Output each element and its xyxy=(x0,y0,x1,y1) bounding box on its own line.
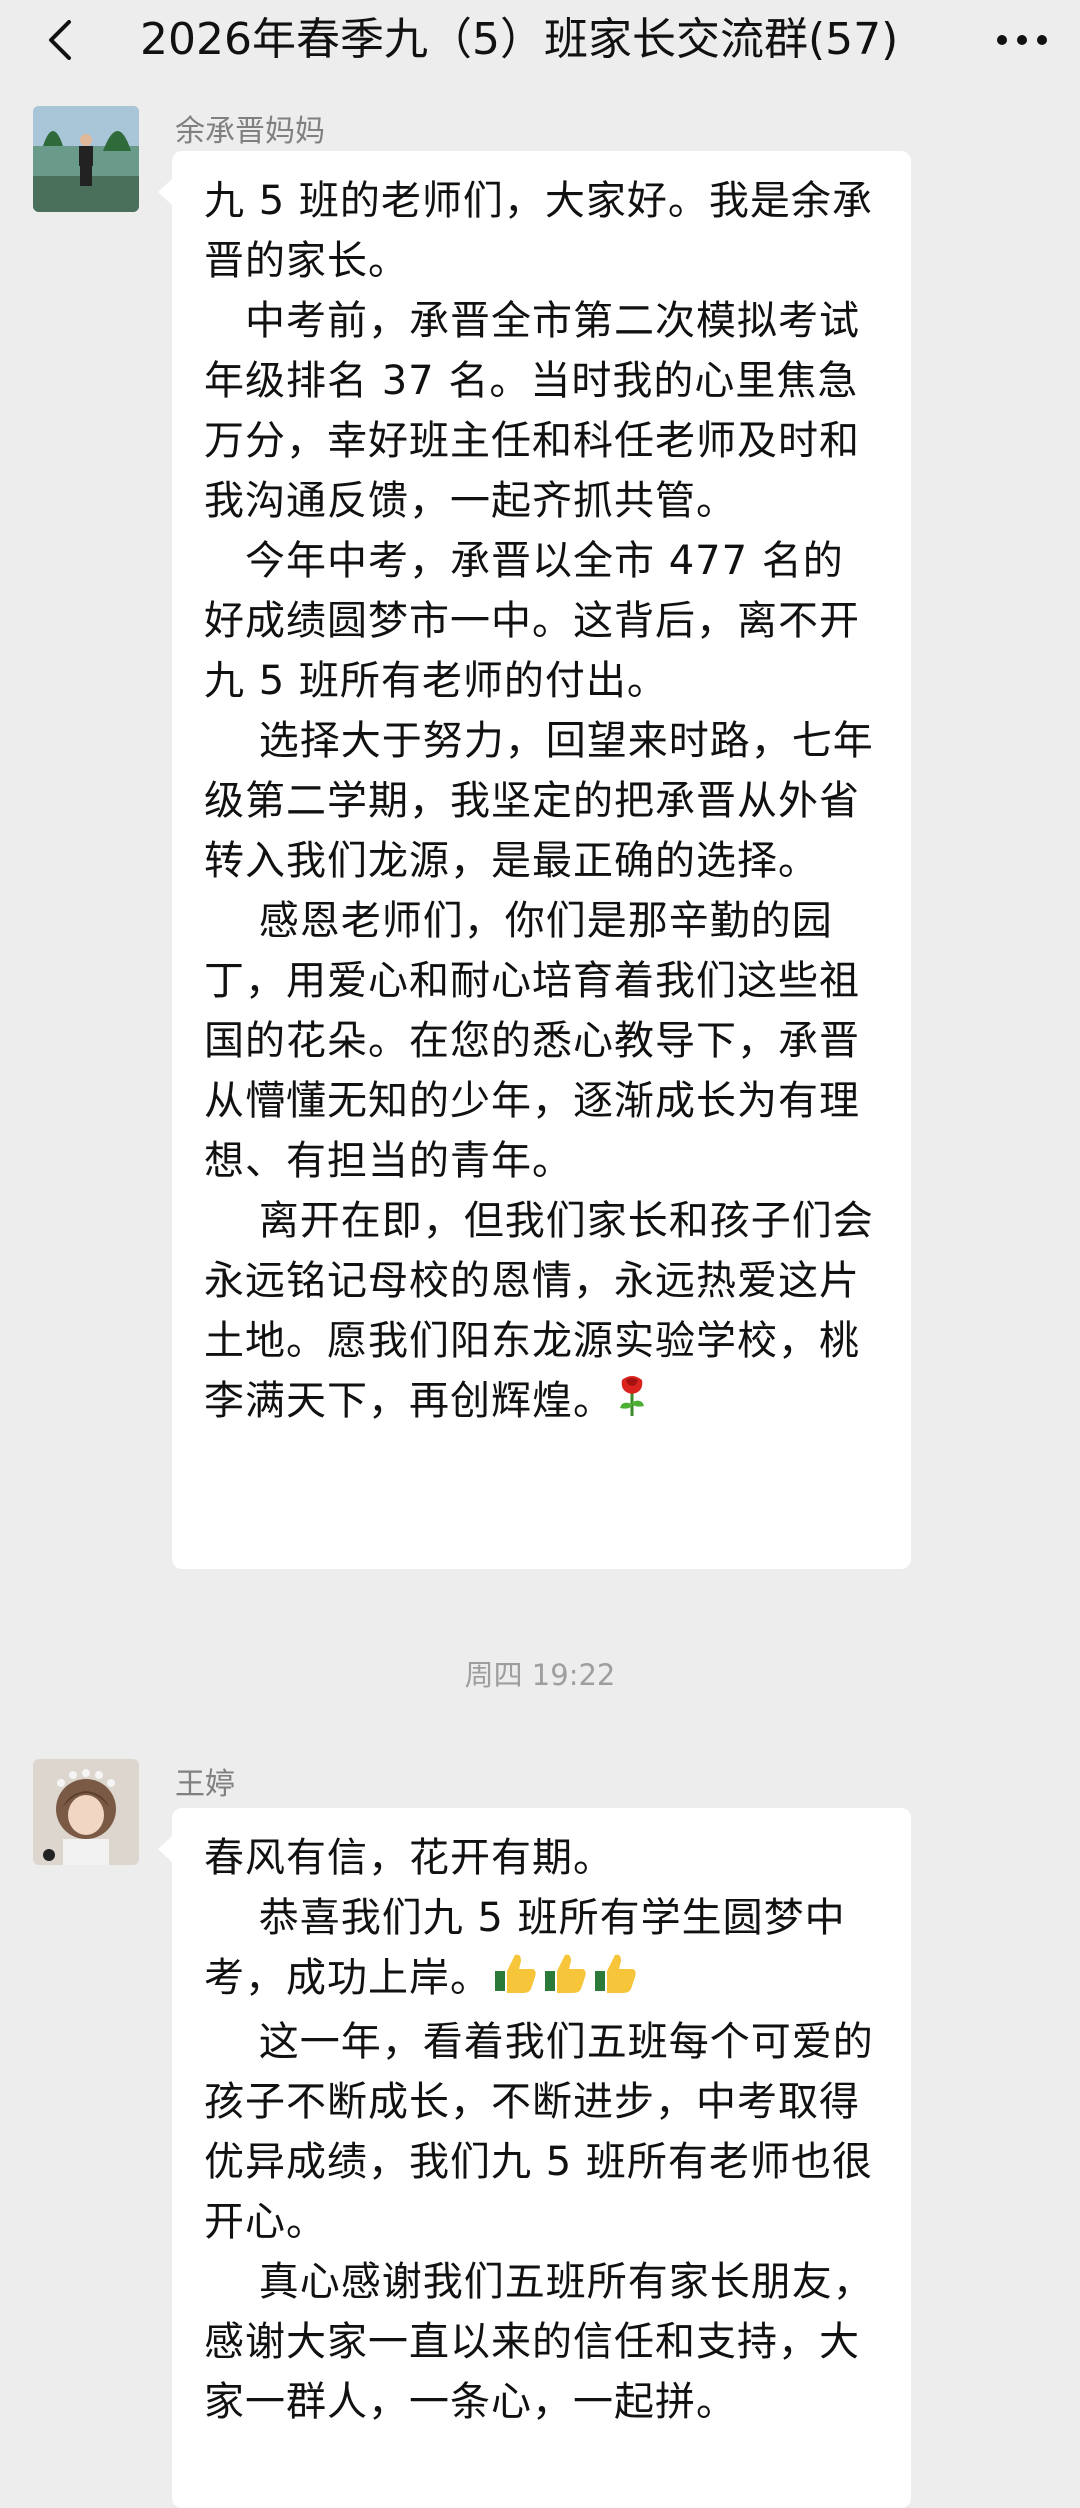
back-button[interactable] xyxy=(30,10,90,70)
message-paragraph: 真心感谢我们五班所有家长朋友，感谢大家一直以来的信任和支持，大家一群人，一条心，… xyxy=(204,2258,874,2425)
message-paragraph: 这一年，看着我们五班每个可爱的孩子不断成长，不断进步，中考取得优异成绩，我们九 … xyxy=(204,2018,874,2245)
message-paragraph: 选择大于努力，回望来时路，七年级第二学期，我坚定的把承晋从外省转入我们龙源，是最… xyxy=(204,718,874,884)
more-button[interactable] xyxy=(992,10,1052,70)
sender-name: 余承晋妈妈 xyxy=(175,114,325,149)
avatar[interactable] xyxy=(33,1759,139,1865)
timestamp: 周四 19:22 xyxy=(464,1658,616,1692)
more-dots-icon xyxy=(997,35,1047,45)
message-paragraph: 九 5 班的老师们，大家好。我是余承晋的家长。 xyxy=(204,178,873,284)
chat-header: 2026年春季九（5）班家长交流群(57) xyxy=(0,0,1080,80)
message-paragraph: 离开在即，但我们家长和孩子们会永远铭记母校的恩情，永远热爱这片土地。愿我们阳东龙… xyxy=(204,1198,874,1424)
chat-title: 2026年春季九（5）班家长交流群(57) xyxy=(140,14,899,65)
message-paragraph: 感恩老师们，你们是那辛勤的园丁，用爱心和耐心培育着我们这些祖国的花朵。在您的悉心… xyxy=(204,898,860,1184)
message-bubble[interactable]: 九 5 班的老师们，大家好。我是余承晋的家长。 中考前，承晋全市第二次模拟考试年… xyxy=(158,151,911,1569)
sender-name: 王婷 xyxy=(175,1767,235,1802)
message-paragraph: 今年中考，承晋以全市 477 名的好成绩圆梦市一中。这背后，离不开九 5 班所有… xyxy=(204,538,860,704)
avatar[interactable] xyxy=(33,106,139,212)
message-paragraph: 春风有信，花开有期。 xyxy=(204,1835,614,1881)
thumbs-up-emoji xyxy=(491,1949,641,2012)
message-bubble[interactable]: 春风有信，花开有期。 恭喜我们九 5 班所有学生圆梦中考，成功上岸。 这一年，看… xyxy=(158,1808,911,2508)
chevron-left-icon xyxy=(49,20,71,60)
message-paragraph: 中考前，承晋全市第二次模拟考试年级排名 37 名。当时我的心里焦急万分，幸好班主… xyxy=(204,298,860,524)
rose-emoji xyxy=(614,1372,650,1435)
